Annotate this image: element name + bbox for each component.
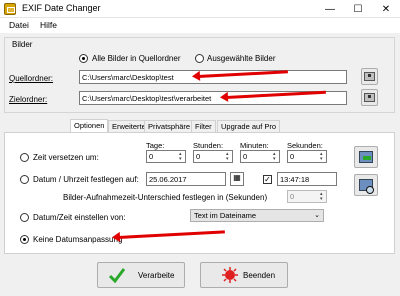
days-label: Tage:	[146, 141, 165, 150]
tab-privatsphaere[interactable]: Privatsphäre	[144, 120, 195, 132]
minutes-spinner[interactable]: 0	[240, 150, 280, 163]
browse-target-button[interactable]	[361, 89, 378, 106]
set-datetime-label: Datum / Uhrzeit festlegen auf:	[33, 175, 139, 184]
window-title: EXIF Date Changer	[22, 3, 101, 13]
apply-button[interactable]	[354, 146, 378, 168]
radio-all-images[interactable]	[79, 54, 88, 63]
maximize-button[interactable]: ☐	[344, 0, 372, 18]
no-adjustment-label: Keine Datumsanpassung	[33, 235, 123, 244]
stop-icon	[222, 267, 238, 283]
set-from-label: Datum/Zeit einstellen von:	[33, 213, 126, 222]
date-picker[interactable]: 25.06.2017	[146, 172, 226, 186]
interval-label: Bilder-Aufnahmezeit-Unterschied festlege…	[63, 193, 268, 202]
magnifier-icon	[359, 179, 374, 194]
menu-hilfe[interactable]: Hilfe	[40, 20, 57, 30]
title-bar: EXIF Date Changer — ☐ ✕	[0, 0, 400, 18]
hours-spinner[interactable]: 0	[193, 150, 233, 163]
radio-set-from[interactable]	[20, 213, 29, 222]
seconds-label: Sekunden:	[287, 141, 323, 150]
source-dropdown-value: Text im Dateiname	[194, 211, 257, 220]
radio-set-datetime[interactable]	[20, 175, 29, 184]
shift-time-label: Zeit versetzen um:	[33, 153, 99, 162]
menu-datei[interactable]: Datei	[9, 20, 29, 30]
folder-icon	[364, 72, 375, 81]
source-folder-label: Quellordner:	[9, 74, 54, 83]
days-spinner[interactable]: 0	[146, 150, 186, 163]
calendar-icon[interactable]: ▦	[230, 172, 244, 186]
interval-spinner[interactable]: 0	[287, 190, 327, 203]
browse-source-button[interactable]	[361, 68, 378, 85]
minutes-label: Minuten:	[240, 141, 269, 150]
time-checkbox[interactable]: ✓	[263, 175, 272, 184]
minimize-button[interactable]: —	[316, 0, 344, 18]
date-value: 25.06.2017	[149, 175, 187, 184]
folder-icon	[364, 93, 375, 102]
radio-all-images-label: Alle Bilder in Quellordner	[92, 54, 181, 63]
radio-selected-images-label: Ausgewählte Bilder	[207, 54, 276, 63]
exit-button[interactable]: Beenden	[200, 262, 288, 288]
tab-filter[interactable]: Filter	[191, 120, 216, 132]
time-input[interactable]: 13:47:18	[277, 172, 337, 186]
target-folder-label: Zielordner:	[9, 95, 48, 104]
bilder-group-title: Bilder	[10, 40, 35, 49]
tab-optionen[interactable]: Optionen	[70, 119, 109, 133]
process-button-label: Verarbeite	[138, 271, 175, 280]
tab-upgrade-pro[interactable]: Upgrade auf Pro	[217, 120, 281, 132]
menu-bar: Datei Hilfe	[0, 18, 400, 33]
preview-button[interactable]	[354, 174, 378, 196]
exit-button-label: Beenden	[243, 271, 276, 280]
checkmark-icon	[108, 268, 126, 284]
seconds-spinner[interactable]: 0	[287, 150, 327, 163]
process-button[interactable]: Verarbeite	[97, 262, 185, 288]
hours-label: Stunden:	[193, 141, 224, 150]
radio-shift-time[interactable]	[20, 153, 29, 162]
source-dropdown[interactable]: Text im Dateiname ⌄	[190, 209, 324, 222]
app-icon	[4, 3, 16, 15]
radio-selected-images[interactable]	[195, 54, 204, 63]
radio-no-adjustment[interactable]	[20, 235, 29, 244]
apply-icon	[359, 151, 373, 163]
chevron-down-icon: ⌄	[314, 212, 320, 219]
close-button[interactable]: ✕	[372, 0, 400, 18]
